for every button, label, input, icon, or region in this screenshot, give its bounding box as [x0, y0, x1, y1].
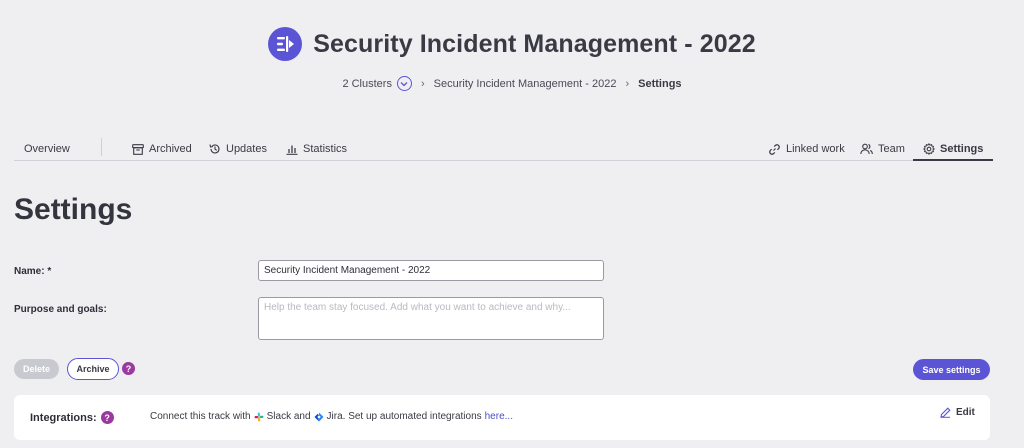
slack-icon: [254, 412, 264, 422]
team-icon: [860, 143, 873, 155]
chevron-right-icon: ›: [420, 77, 425, 90]
purpose-input[interactable]: [258, 297, 604, 340]
tab-settings[interactable]: Settings: [913, 138, 994, 161]
purpose-label: Purpose and goals:: [14, 304, 107, 315]
edit-label: Edit: [956, 407, 975, 418]
tab-label: Settings: [940, 142, 984, 155]
tab-label: Overview: [24, 143, 70, 155]
save-settings-button[interactable]: Save settings: [913, 359, 990, 380]
breadcrumb-track[interactable]: Security Incident Management - 2022: [434, 78, 617, 90]
tab-divider: [101, 138, 102, 156]
archive-icon: [132, 143, 144, 155]
tab-label: Updates: [226, 143, 267, 155]
page-header: Security Incident Management - 2022: [0, 27, 1024, 61]
pencil-icon: [940, 407, 951, 418]
tab-team[interactable]: Team: [860, 138, 905, 160]
integrations-link[interactable]: here...: [485, 411, 513, 422]
integrations-jira: Jira. Set up automated integrations: [326, 411, 482, 422]
bar-chart-icon: [286, 145, 298, 155]
tab-overview[interactable]: Overview: [24, 138, 70, 160]
help-icon[interactable]: ?: [100, 411, 114, 424]
delete-button[interactable]: Delete: [14, 359, 59, 379]
tab-label: Linked work: [786, 143, 845, 155]
tab-linked-work[interactable]: Linked work: [768, 138, 845, 160]
integrations-slack: Slack and: [266, 411, 311, 422]
track-icon: [268, 27, 303, 61]
edit-integrations-button[interactable]: Edit: [940, 407, 975, 418]
tab-label: Statistics: [303, 143, 348, 155]
link-icon: [769, 143, 780, 155]
integrations-label: Integrations: ?: [30, 411, 114, 424]
jira-icon: [314, 412, 324, 422]
integrations-description: Connect this track with Slack and Jira. …: [150, 411, 513, 422]
chevron-right-icon: ›: [625, 77, 630, 90]
tab-archived[interactable]: Archived: [132, 138, 192, 160]
integrations-panel: Integrations: ? Connect this track with …: [14, 395, 990, 440]
tab-statistics[interactable]: Statistics: [286, 138, 347, 160]
page-title: Settings: [14, 193, 133, 226]
history-icon: [209, 144, 220, 154]
gear-icon: [923, 142, 935, 155]
chevron-down-icon[interactable]: [396, 76, 412, 91]
breadcrumb-clusters[interactable]: 2 Clusters: [342, 78, 392, 90]
integrations-label-text: Integrations:: [30, 411, 97, 424]
integrations-prefix: Connect this track with: [150, 411, 251, 422]
help-icon[interactable]: ?: [122, 362, 135, 375]
breadcrumb-current: Settings: [638, 77, 682, 90]
tab-updates[interactable]: Updates: [209, 138, 267, 160]
tab-label: Team: [878, 143, 905, 155]
archive-button[interactable]: Archive: [67, 358, 119, 380]
tab-bar: Overview Archived Updates Statistics Lin…: [14, 138, 994, 161]
breadcrumb: 2 Clusters › Security Incident Managemen…: [0, 76, 1024, 91]
tab-label: Archived: [149, 143, 192, 155]
name-label: Name: *: [14, 266, 52, 277]
name-input[interactable]: [258, 260, 604, 281]
page-header-title: Security Incident Management - 2022: [313, 29, 756, 58]
